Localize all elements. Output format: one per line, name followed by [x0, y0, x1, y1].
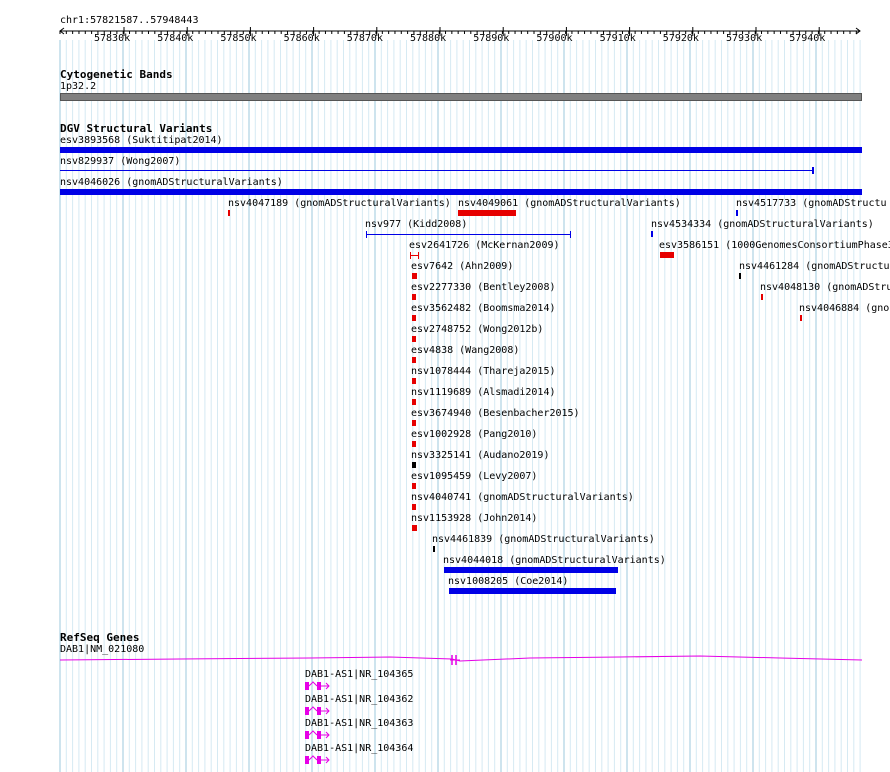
variant-label: nsv4534334 (gnomADStructuralVariants)	[651, 219, 874, 230]
variant-bar[interactable]	[458, 210, 516, 216]
variant-label: esv3674940 (Besenbacher2015)	[411, 408, 580, 419]
variant-bar[interactable]	[412, 378, 416, 384]
variant-bar[interactable]	[60, 189, 862, 195]
variant-bar[interactable]	[60, 147, 862, 153]
variant-label: esv3586151 (1000GenomesConsortiumPhase3	[659, 240, 890, 251]
cytoband-bar[interactable]	[60, 93, 862, 101]
variant-label: nsv4048130 (gnomADStru	[760, 282, 890, 293]
variant-bar[interactable]	[412, 294, 416, 300]
variant-bar[interactable]	[736, 210, 738, 216]
ruler-tick-label: 57940k	[789, 33, 826, 44]
variant-bar[interactable]	[800, 315, 802, 321]
ruler-tick-label: 57860k	[283, 33, 320, 44]
ruler-tick-label: 57920k	[662, 33, 699, 44]
variant-bar-end	[570, 231, 571, 238]
variant-label: nsv4046884 (gno	[799, 303, 890, 314]
ruler-tick-label: 57910k	[599, 33, 636, 44]
variant-label: nsv1008205 (Coe2014)	[448, 576, 569, 587]
ruler-tick-label: 57840k	[157, 33, 194, 44]
variant-label: nsv4044018 (gnomADStructuralVariants)	[443, 555, 666, 566]
gene-model-as1[interactable]	[305, 680, 335, 692]
variant-label: esv2277330 (Bentley2008)	[411, 282, 556, 293]
variant-bar[interactable]	[433, 546, 435, 552]
variant-bar[interactable]	[412, 273, 417, 279]
variant-label: esv2748752 (Wong2012b)	[411, 324, 544, 335]
variant-bar-end	[366, 231, 367, 238]
ruler-tick-label: 57930k	[726, 33, 763, 44]
ruler-tick-label: 57900k	[536, 33, 573, 44]
variant-label: nsv3325141 (Audano2019)	[411, 450, 550, 461]
variant-bar[interactable]	[412, 399, 416, 405]
variant-label: esv2641726 (McKernan2009)	[409, 240, 560, 251]
variant-bar[interactable]	[651, 231, 653, 237]
variant-label: esv3893568 (Suktitipat2014)	[60, 135, 223, 146]
variant-label: nsv977 (Kidd2008)	[365, 219, 468, 230]
variant-bar[interactable]	[412, 441, 416, 447]
variant-label: nsv1078444 (Thareja2015)	[411, 366, 556, 377]
variant-label: nsv4461284 (gnomADStructur	[739, 261, 890, 272]
variant-label: nsv4046026 (gnomADStructuralVariants)	[60, 177, 283, 188]
variant-label: nsv4040741 (gnomADStructuralVariants)	[411, 492, 634, 503]
variant-label: nsv4461839 (gnomADStructuralVariants)	[432, 534, 655, 545]
variant-label: esv3562482 (Boomsma2014)	[411, 303, 556, 314]
ruler-tick-label: 57890k	[473, 33, 510, 44]
cytoband-track-title: Cytogenetic Bands	[60, 68, 173, 81]
variant-bar[interactable]	[412, 315, 416, 321]
variant-label: nsv829937 (Wong2007)	[60, 156, 181, 167]
cytoband-label: 1p32.2	[60, 81, 97, 92]
variant-bar-end	[418, 252, 419, 259]
gene-model-dab1[interactable]	[60, 652, 862, 666]
variant-bar[interactable]	[60, 170, 814, 171]
variant-bar[interactable]	[412, 336, 416, 342]
variant-bar[interactable]	[412, 504, 416, 510]
ruler-tick-label: 57880k	[410, 33, 447, 44]
variant-bar[interactable]	[366, 234, 571, 235]
ruler-tick-label: 57830k	[94, 33, 131, 44]
gene-model-as1[interactable]	[305, 754, 335, 766]
refseq-track-title: RefSeq Genes	[60, 631, 140, 644]
gene-model-as1[interactable]	[305, 729, 335, 741]
variant-label: nsv1119689 (Alsmadi2014)	[411, 387, 556, 398]
variant-label: esv1002928 (Pang2010)	[411, 429, 538, 440]
variant-bar[interactable]	[444, 567, 618, 573]
variant-bar[interactable]	[412, 525, 417, 531]
variant-label: esv1095459 (Levy2007)	[411, 471, 538, 482]
variant-label: nsv4047189 (gnomADStructuralVariants)	[228, 198, 451, 209]
variant-bar[interactable]	[412, 483, 416, 489]
variant-bar[interactable]	[228, 210, 230, 216]
variant-bar[interactable]	[412, 462, 416, 468]
variant-label: nsv4049061 (gnomADStructuralVariants)	[458, 198, 681, 209]
variant-bar[interactable]	[660, 252, 674, 258]
variant-label: nsv4517733 (gnomADStructu	[736, 198, 887, 209]
variant-bar-end	[410, 252, 411, 259]
variant-bar[interactable]	[761, 294, 763, 300]
variant-bar[interactable]	[449, 588, 616, 594]
variant-bar[interactable]	[739, 273, 741, 279]
dgv-track-title: DGV Structural Variants	[60, 122, 213, 135]
gene-model-as1[interactable]	[305, 705, 335, 717]
variant-label: nsv1153928 (John2014)	[411, 513, 538, 524]
ruler-tick-label: 57870k	[346, 33, 383, 44]
variant-label: esv4838 (Wang2008)	[411, 345, 520, 356]
variant-label: esv7642 (Ahn2009)	[411, 261, 514, 272]
variant-bar[interactable]	[412, 420, 416, 426]
ruler-tick-label: 57850k	[220, 33, 257, 44]
variant-bar-end	[812, 167, 814, 174]
variant-bar[interactable]	[412, 357, 416, 363]
